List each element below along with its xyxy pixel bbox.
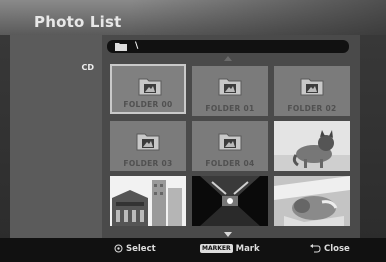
folder-label: FOLDER 02: [287, 104, 337, 113]
select-label: Select: [126, 244, 156, 254]
marker-badge: MARKER: [200, 244, 233, 253]
mark-label: Mark: [235, 244, 260, 254]
close-hint: Close: [310, 244, 350, 254]
scroll-down-icon[interactable]: [224, 232, 232, 237]
folder-image-icon: [300, 78, 324, 96]
folder-image-icon: [218, 133, 242, 151]
button-guide-bar: Select MARKER Mark Close: [0, 238, 386, 262]
folder-image-icon: [218, 78, 242, 96]
sidebar-item-cd[interactable]: CD: [81, 63, 94, 72]
return-icon: [310, 244, 321, 253]
folder-label: FOLDER 04: [205, 159, 255, 168]
folder-image-icon: [138, 78, 162, 96]
folder-label: FOLDER 00: [123, 100, 173, 109]
photo-thumbnail-sleeping-cat[interactable]: [274, 176, 350, 226]
folder-label: FOLDER 01: [205, 104, 255, 113]
folder-image-icon: [136, 133, 160, 151]
mark-hint: MARKER Mark: [200, 244, 260, 254]
folder-label: FOLDER 03: [123, 159, 173, 168]
scroll-up-icon[interactable]: [224, 56, 232, 61]
path-bar: \: [107, 40, 349, 53]
folder-tile[interactable]: FOLDER 02: [274, 66, 350, 116]
close-label: Close: [324, 244, 350, 254]
folder-tile[interactable]: FOLDER 04: [192, 121, 268, 171]
photo-thumbnail-building[interactable]: [110, 176, 186, 226]
path-text: \: [135, 41, 139, 51]
folder-icon: [115, 43, 127, 51]
source-panel: CD: [10, 35, 102, 238]
photo-thumbnail-cat[interactable]: [274, 121, 350, 171]
folder-tile[interactable]: FOLDER 00: [110, 64, 186, 114]
folder-tile[interactable]: FOLDER 03: [110, 121, 186, 171]
photo-thumbnail-tunnel[interactable]: [192, 176, 268, 226]
title-bar: Photo List: [0, 0, 386, 35]
photo-list-screen: Photo List CD \ FOLDER 00 FOLDER 01 FOLD…: [0, 0, 386, 262]
circle-select-icon: [114, 244, 123, 253]
folder-tile[interactable]: FOLDER 01: [192, 66, 268, 116]
select-hint: Select: [114, 244, 156, 254]
page-title: Photo List: [34, 13, 122, 31]
